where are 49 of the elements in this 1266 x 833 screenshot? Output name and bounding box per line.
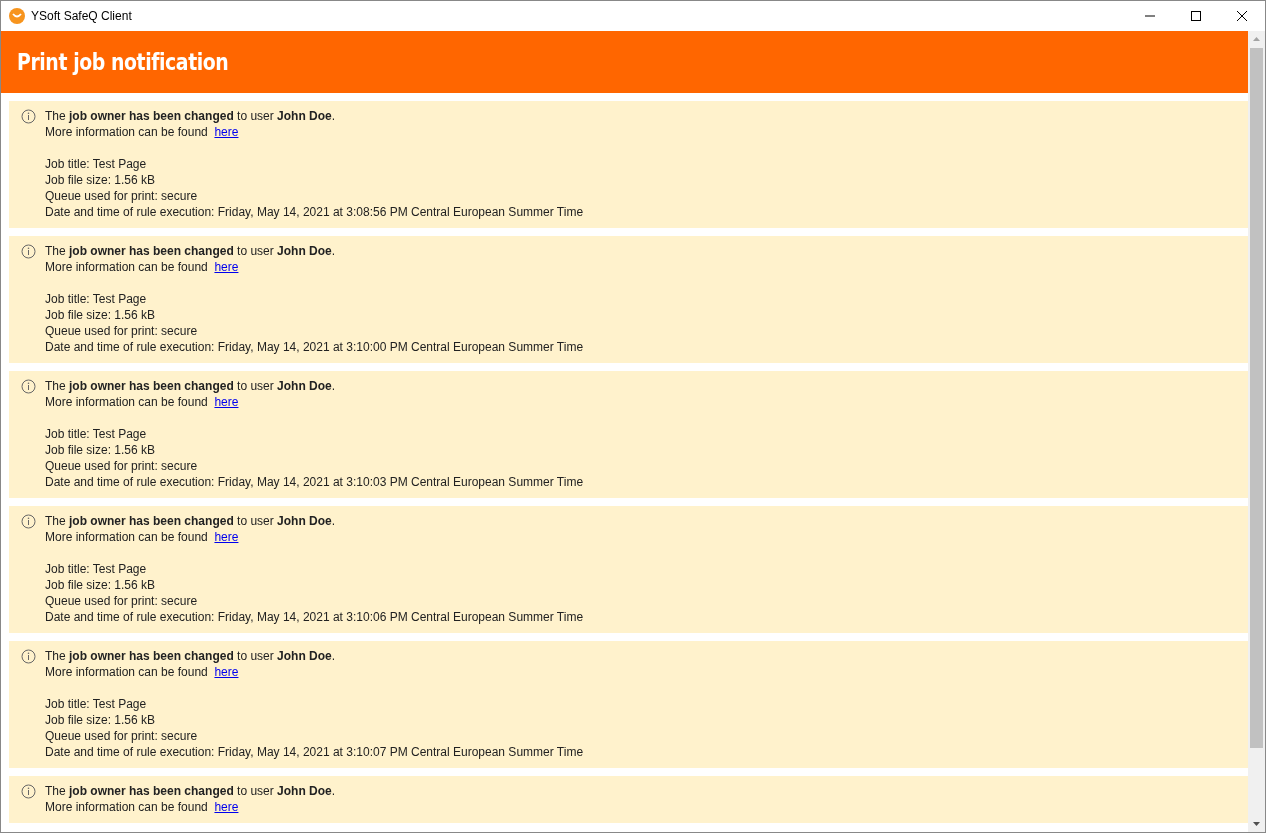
info-icon [21, 109, 36, 124]
app-logo-icon [9, 8, 25, 24]
more-info-text: More information can be found [45, 665, 208, 679]
detail-line: Queue used for print: secure [45, 188, 199, 204]
detail-line: Date and time of rule execution: Friday, May 14, 2021 at 3:08:56 PM Central European Summer Time [45, 204, 584, 220]
detail-line: Job file size: 1.56 kB [45, 712, 157, 728]
notification-message: The job owner has been changed to user John Doe. [45, 108, 337, 124]
page-title: Print job notification [17, 49, 229, 75]
info-icon [21, 379, 36, 394]
notification-message: The job owner has been changed to user John Doe. [45, 378, 337, 394]
info-icon [21, 649, 36, 664]
notification-message: The job owner has been changed to user John Doe. [45, 243, 337, 259]
info-icon [21, 244, 36, 259]
notification-message: The job owner has been changed to user John Doe. [45, 513, 337, 529]
more-info-text: More information can be found [45, 395, 208, 409]
here-link[interactable]: here [214, 665, 239, 679]
here-link[interactable]: here [214, 395, 239, 409]
detail-line: Job title: Test Page [45, 561, 148, 577]
notification-message: The job owner has been changed to user John Doe. [45, 783, 336, 799]
close-icon [1237, 11, 1247, 21]
detail-line: Job file size: 1.56 kB [45, 307, 157, 323]
notification-message: The job owner has been changed to user John Doe. [45, 648, 337, 664]
more-info-text: More information can be found [45, 125, 208, 139]
here-link[interactable]: here [214, 800, 239, 814]
detail-line: Job file size: 1.56 kB [45, 442, 157, 458]
info-icon [21, 784, 36, 799]
detail-line: Date and time of rule execution: Friday, May 14, 2021 at 3:10:00 PM Central European Summer Time [45, 339, 584, 355]
detail-line: Job title: Test Page [45, 426, 148, 442]
more-info-text: More information can be found [45, 530, 208, 544]
detail-line: Queue used for print: secure [45, 323, 199, 339]
detail-line: Job file size: 1.56 kB [45, 172, 157, 188]
detail-line: Queue used for print: secure [45, 458, 199, 474]
here-link[interactable]: here [214, 530, 239, 544]
more-info-text: More information can be found [45, 260, 208, 274]
detail-line: Job title: Test Page [45, 291, 148, 307]
detail-line: Job file size: 1.56 kB [45, 577, 157, 593]
more-info-text: More information can be found [45, 800, 208, 814]
window-title: YSoft SafeQ Client [31, 9, 133, 23]
detail-line: Date and time of rule execution: Friday, May 14, 2021 at 3:10:07 PM Central European Summer Time [45, 744, 584, 760]
info-icon [21, 514, 36, 529]
detail-line: Queue used for print: secure [45, 593, 199, 609]
here-link[interactable]: here [214, 260, 239, 274]
detail-line: Queue used for print: secure [45, 728, 199, 744]
detail-line: Job title: Test Page [45, 156, 148, 172]
here-link[interactable]: here [214, 125, 239, 139]
detail-line: Date and time of rule execution: Friday, May 14, 2021 at 3:10:06 PM Central European Summer Time [45, 609, 584, 625]
maximize-icon [1191, 11, 1201, 21]
detail-line: Job title: Test Page [45, 696, 148, 712]
detail-line: Date and time of rule execution: Friday, May 14, 2021 at 3:10:03 PM Central European Summer Time [45, 474, 584, 490]
